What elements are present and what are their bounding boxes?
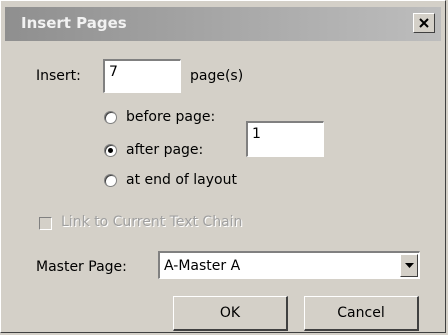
master-page-select[interactable]: A-Master A [158, 251, 420, 279]
page-number-value: 1 [252, 126, 261, 142]
radio-after-page-label: after page: [126, 142, 204, 158]
radio-before-page-label: before page: [126, 109, 216, 125]
cancel-button[interactable]: Cancel [304, 296, 419, 331]
page-count-input[interactable]: 7 [103, 59, 181, 93]
radio-selected-dot [108, 148, 113, 153]
cancel-button-label: Cancel [337, 305, 385, 321]
chevron-down-icon [404, 262, 414, 268]
dropdown-button[interactable] [400, 254, 418, 277]
dialog-title: Insert Pages [21, 14, 127, 32]
radio-after-page-control[interactable] [104, 144, 117, 157]
page-number-input[interactable]: 1 [246, 121, 324, 157]
ok-button[interactable]: OK [173, 296, 288, 331]
close-icon [419, 18, 429, 28]
master-page-value: A-Master A [164, 258, 241, 274]
radio-before-page-control[interactable] [104, 111, 117, 124]
master-page-label: Master Page: [36, 259, 127, 275]
link-text-chain-checkbox[interactable] [39, 217, 52, 230]
link-text-chain-label: Link to Current Text Chain [61, 214, 243, 230]
radio-end-of-layout-control[interactable] [104, 174, 117, 187]
pages-unit-label: page(s) [190, 68, 244, 84]
radio-end-of-layout-label: at end of layout [126, 172, 237, 188]
ok-button-label: OK [219, 305, 241, 321]
page-count-value: 7 [109, 64, 118, 80]
insert-label: Insert: [36, 68, 81, 84]
insert-pages-dialog: Insert Pages Insert: 7 page(s) before pa… [0, 0, 446, 333]
close-button[interactable] [413, 13, 435, 33]
title-bar[interactable]: Insert Pages [5, 7, 441, 41]
